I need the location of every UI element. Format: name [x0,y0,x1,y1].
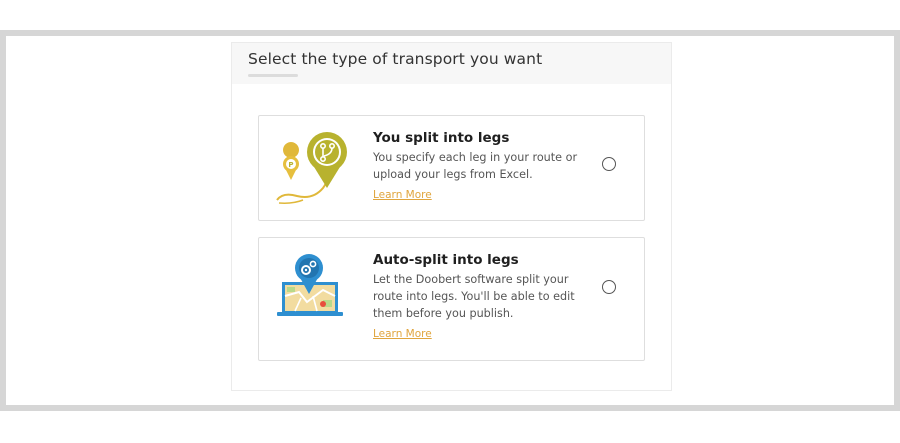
option-text: Auto-split into legs Let the Doobert sof… [373,252,593,341]
transport-type-panel: Select the type of transport you want P … [231,42,672,391]
page-content: Select the type of transport you want P … [6,36,894,405]
learn-more-link[interactable]: Learn More [373,328,432,340]
option-text: You split into legs You specify each leg… [373,130,593,202]
option-card-split-legs[interactable]: P You split into legs You specify each l… [258,115,645,221]
title-underline [248,74,298,77]
pin-label: P [288,161,293,169]
option-description: Let the Doobert software split your rout… [373,273,575,320]
learn-more-link[interactable]: Learn More [373,189,432,201]
page-frame: Select the type of transport you want P … [0,30,900,411]
option-card-auto-split[interactable]: Auto-split into legs Let the Doobert sof… [258,237,645,361]
option-description: You specify each leg in your route or up… [373,151,578,181]
route-pin-icon: P [273,130,359,214]
laptop-map-gear-icon [273,252,359,338]
panel-header: Select the type of transport you want [232,43,671,84]
panel-title: Select the type of transport you want [248,50,543,68]
option-title: Auto-split into legs [373,252,519,268]
option-radio-auto-split[interactable] [602,280,616,294]
option-radio-split-legs[interactable] [602,157,616,171]
option-title: You split into legs [373,130,510,146]
